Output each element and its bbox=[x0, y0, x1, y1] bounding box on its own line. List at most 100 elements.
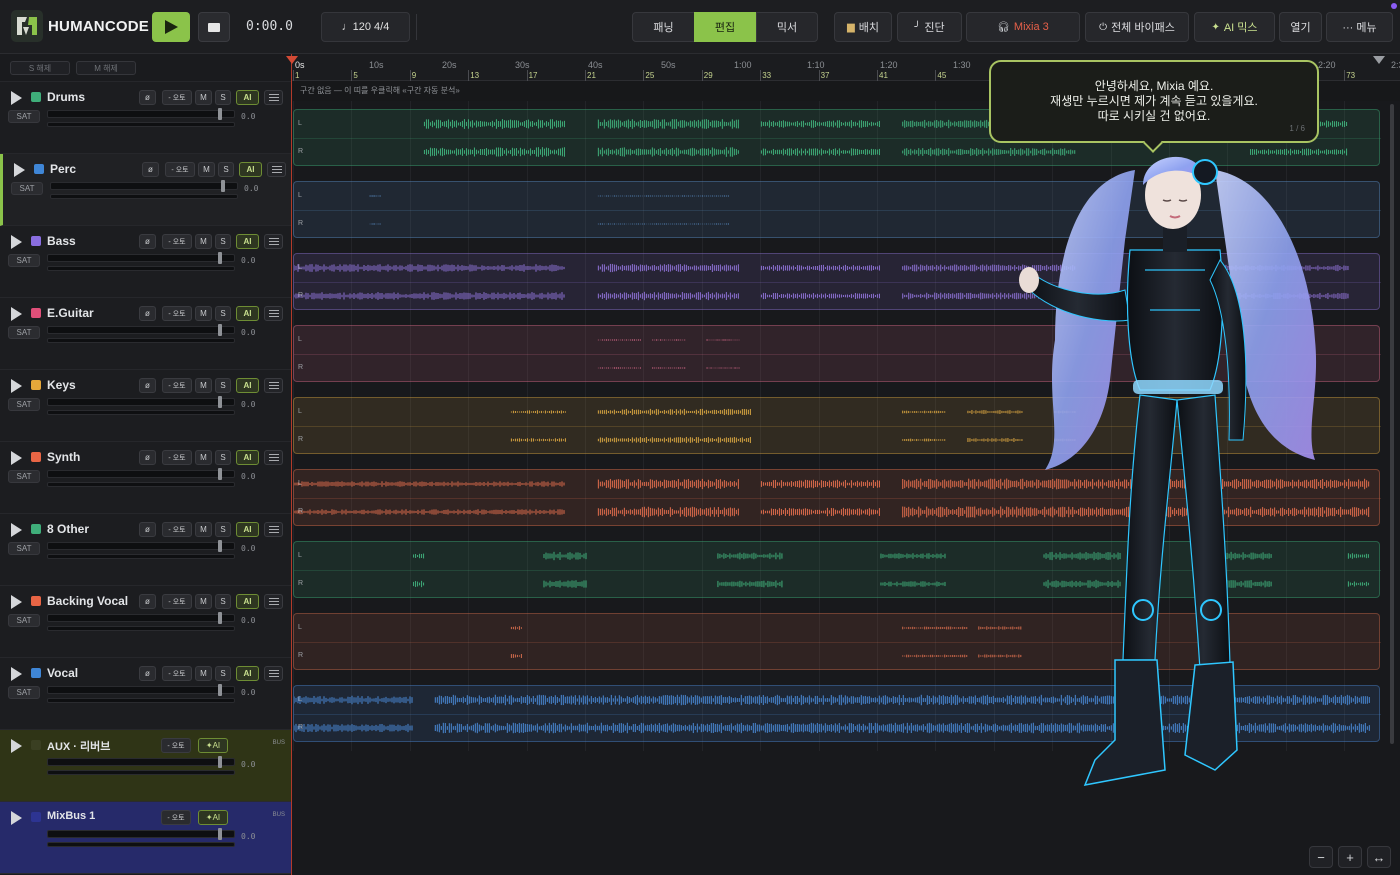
pan-fader[interactable] bbox=[47, 554, 235, 559]
volume-fader[interactable] bbox=[47, 324, 235, 336]
mute-button[interactable]: M bbox=[195, 90, 212, 105]
phase-invert-button[interactable]: ø bbox=[139, 450, 156, 465]
track-color-swatch[interactable] bbox=[34, 164, 44, 174]
bus-name[interactable]: AUX · 리버브 bbox=[47, 738, 110, 754]
mixia-button[interactable]: 🎧︎ Mixia 3 bbox=[966, 12, 1080, 42]
ai-button[interactable]: AI bbox=[236, 450, 259, 465]
fader-handle[interactable] bbox=[218, 540, 222, 552]
mute-clear-button[interactable]: M 해제 bbox=[76, 61, 136, 75]
fader-handle[interactable] bbox=[218, 252, 222, 264]
saturation-button[interactable]: SAT bbox=[8, 254, 40, 267]
volume-fader[interactable] bbox=[47, 756, 235, 768]
track-menu-button[interactable] bbox=[264, 666, 283, 681]
solo-button[interactable]: S bbox=[215, 522, 231, 537]
mute-button[interactable]: M bbox=[195, 594, 212, 609]
automation-button[interactable]: - 오토 bbox=[162, 306, 192, 321]
track-name[interactable]: 8 Other bbox=[47, 522, 89, 536]
automation-button[interactable]: - 오토 bbox=[162, 666, 192, 681]
track-menu-button[interactable] bbox=[264, 90, 283, 105]
mute-button[interactable]: M bbox=[198, 162, 215, 177]
bus-header-aux[interactable]: AUX · 리버브 - 오토 ✦AI BUS 0.0 bbox=[0, 730, 291, 802]
track-name[interactable]: Keys bbox=[47, 378, 76, 392]
pan-fader[interactable] bbox=[47, 842, 235, 847]
pan-fader[interactable] bbox=[47, 266, 235, 271]
mute-button[interactable]: M bbox=[195, 234, 212, 249]
expand-arrow-icon[interactable] bbox=[11, 451, 22, 465]
track-header-bass[interactable]: Bass SAT ø - 오토 M S AI 0.0 bbox=[0, 226, 291, 298]
volume-fader[interactable] bbox=[47, 828, 235, 840]
track-menu-button[interactable] bbox=[264, 378, 283, 393]
bus-color-swatch[interactable] bbox=[31, 812, 41, 822]
mute-button[interactable]: M bbox=[195, 306, 212, 321]
phase-invert-button[interactable]: ø bbox=[139, 666, 156, 681]
expand-arrow-icon[interactable] bbox=[14, 163, 25, 177]
solo-button[interactable]: S bbox=[215, 594, 231, 609]
arrange-button[interactable]: ▆ 배치 bbox=[834, 12, 892, 42]
track-color-swatch[interactable] bbox=[31, 452, 41, 462]
fader-handle[interactable] bbox=[218, 756, 222, 768]
track-menu-button[interactable] bbox=[264, 234, 283, 249]
automation-button[interactable]: - 오토 bbox=[162, 450, 192, 465]
stop-button[interactable] bbox=[198, 12, 230, 42]
ai-button[interactable]: AI bbox=[236, 594, 259, 609]
automation-button[interactable]: - 오토 bbox=[165, 162, 195, 177]
automation-button[interactable]: - 오토 bbox=[162, 234, 192, 249]
ai-button[interactable]: AI bbox=[239, 162, 262, 177]
mute-button[interactable]: M bbox=[195, 522, 212, 537]
solo-button[interactable]: S bbox=[215, 90, 231, 105]
pan-fader[interactable] bbox=[47, 482, 235, 487]
track-color-swatch[interactable] bbox=[31, 668, 41, 678]
fader-handle[interactable] bbox=[218, 324, 222, 336]
track-menu-button[interactable] bbox=[264, 306, 283, 321]
bus-header-mixbus[interactable]: MixBus 1 - 오토 ✦AI BUS 0.0 bbox=[0, 802, 291, 874]
ai-bus-button[interactable]: ✦AI bbox=[198, 738, 228, 753]
ai-button[interactable]: AI bbox=[236, 306, 259, 321]
phase-invert-button[interactable]: ø bbox=[139, 234, 156, 249]
pan-fader[interactable] bbox=[47, 338, 235, 343]
phase-invert-button[interactable]: ø bbox=[139, 306, 156, 321]
mute-button[interactable]: M bbox=[195, 666, 212, 681]
track-name[interactable]: Synth bbox=[47, 450, 80, 464]
volume-fader[interactable] bbox=[47, 540, 235, 552]
automation-button[interactable]: - 오토 bbox=[162, 594, 192, 609]
track-color-swatch[interactable] bbox=[31, 596, 41, 606]
fader-handle[interactable] bbox=[218, 612, 222, 624]
track-name[interactable]: Drums bbox=[47, 90, 85, 104]
expand-arrow-icon[interactable] bbox=[11, 235, 22, 249]
ai-button[interactable]: AI bbox=[236, 378, 259, 393]
volume-fader[interactable] bbox=[47, 396, 235, 408]
phase-invert-button[interactable]: ø bbox=[139, 522, 156, 537]
end-marker-icon[interactable] bbox=[1373, 56, 1385, 64]
pan-fader[interactable] bbox=[47, 410, 235, 415]
expand-arrow-icon[interactable] bbox=[11, 379, 22, 393]
vertical-scrollbar[interactable] bbox=[1390, 104, 1394, 744]
zoom-fit-button[interactable]: ↔ bbox=[1367, 846, 1391, 868]
track-header-keys[interactable]: Keys SAT ø - 오토 M S AI 0.0 bbox=[0, 370, 291, 442]
saturation-button[interactable]: SAT bbox=[11, 182, 43, 195]
automation-button[interactable]: - 오토 bbox=[162, 522, 192, 537]
expand-arrow-icon[interactable] bbox=[11, 667, 22, 681]
track-header-backing-vocal[interactable]: Backing Vocal SAT ø - 오토 M S AI 0.0 bbox=[0, 586, 291, 658]
fader-handle[interactable] bbox=[218, 468, 222, 480]
play-button[interactable] bbox=[152, 12, 190, 42]
tempo-button[interactable]: ♩120 4/4 bbox=[321, 12, 410, 42]
track-header-synth[interactable]: Synth SAT ø - 오토 M S AI 0.0 bbox=[0, 442, 291, 514]
solo-button[interactable]: S bbox=[215, 234, 231, 249]
track-header-perc[interactable]: Perc SAT ø - 오토 M S AI 0.0 bbox=[0, 154, 291, 226]
phase-invert-button[interactable]: ø bbox=[139, 378, 156, 393]
expand-arrow-icon[interactable] bbox=[11, 739, 22, 753]
saturation-button[interactable]: SAT bbox=[8, 614, 40, 627]
tab-edit[interactable]: 편집 bbox=[694, 12, 756, 42]
pan-fader[interactable] bbox=[50, 194, 238, 199]
track-color-swatch[interactable] bbox=[31, 92, 41, 102]
saturation-button[interactable]: SAT bbox=[8, 686, 40, 699]
ai-button[interactable]: AI bbox=[236, 522, 259, 537]
tab-panning[interactable]: 패닝 bbox=[632, 12, 695, 42]
solo-button[interactable]: S bbox=[215, 378, 231, 393]
bypass-all-button[interactable]: ⏻ 전체 바이패스 bbox=[1085, 12, 1189, 42]
volume-fader[interactable] bbox=[47, 252, 235, 264]
playhead-marker-icon[interactable] bbox=[286, 56, 298, 64]
saturation-button[interactable]: SAT bbox=[8, 326, 40, 339]
pan-fader[interactable] bbox=[47, 698, 235, 703]
bus-name[interactable]: MixBus 1 bbox=[47, 810, 95, 822]
